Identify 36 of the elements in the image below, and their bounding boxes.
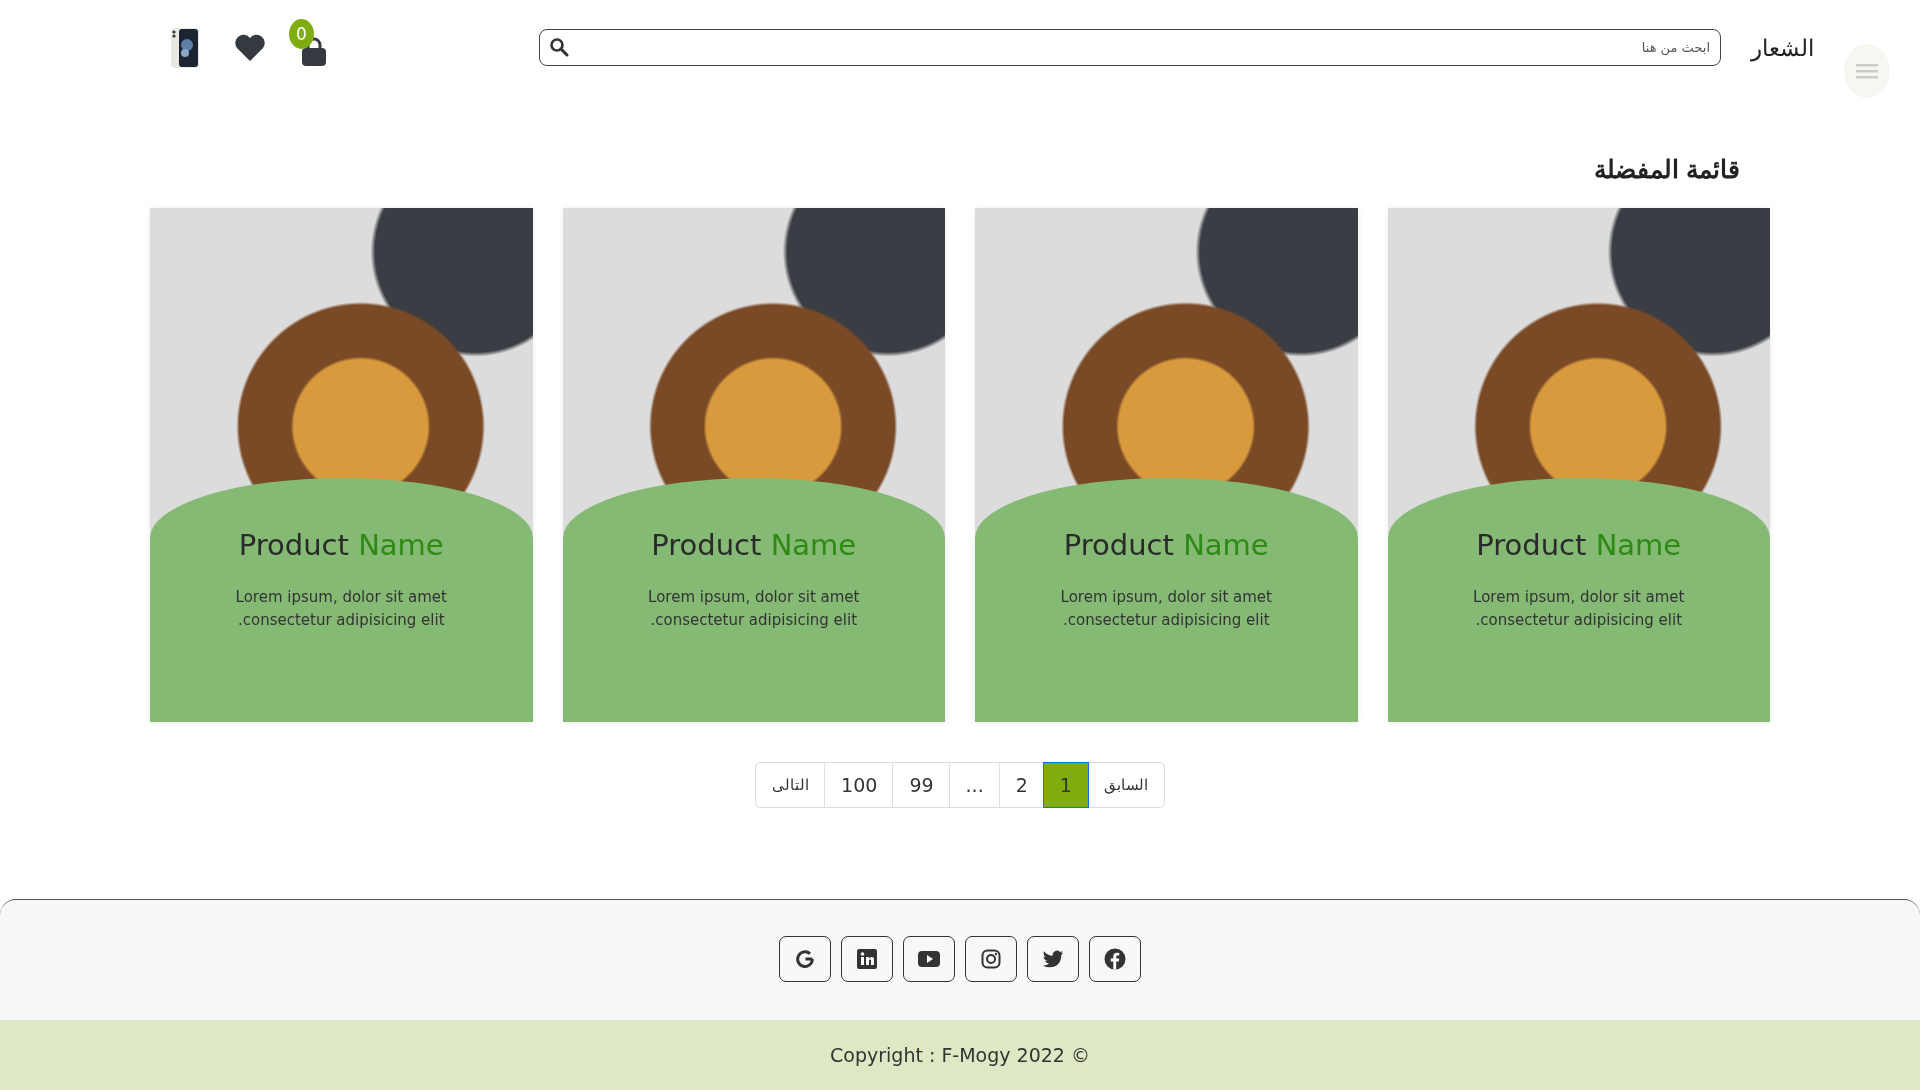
search-icon [549, 37, 569, 57]
linkedin-icon [857, 949, 877, 969]
product-name: Product Name [651, 528, 857, 562]
bird-icon [1042, 950, 1064, 968]
logo-text: الشعار [1751, 34, 1814, 61]
page-link[interactable]: 99 [892, 762, 951, 808]
page-link[interactable]: 2 [998, 762, 1045, 808]
page-link[interactable]: السابق [1086, 762, 1165, 808]
product-description: Lorem ipsum, dolor sit amet consectetur adipisicing elit. [234, 587, 448, 631]
menu-icon [1856, 62, 1878, 79]
linkedin-button[interactable] [841, 936, 893, 982]
phone-button[interactable] [170, 26, 200, 69]
cart-count-badge: 0 [289, 18, 314, 49]
product-name: Product Name [238, 528, 444, 562]
instagram-button[interactable] [965, 936, 1017, 982]
page-link[interactable]: 1 [1042, 762, 1089, 808]
google-icon [794, 948, 816, 970]
section-title: قائمة المفضلة [1593, 155, 1740, 184]
copyright-text: Copyright : F-Mogy 2022 © [830, 1044, 1090, 1066]
twitter-button[interactable] [1027, 936, 1079, 982]
facebook-icon [1104, 948, 1126, 970]
facebook-button[interactable] [1089, 936, 1141, 982]
instagram-icon [981, 949, 1001, 969]
product-name: Product Name [1063, 528, 1269, 562]
google-button[interactable] [779, 936, 831, 982]
video-button[interactable] [903, 936, 955, 982]
product-description: Lorem ipsum, dolor sit amet consectetur adipisicing elit. [1472, 587, 1686, 631]
product-name: Product Name [1476, 528, 1682, 562]
product-description: Lorem ipsum, dolor sit amet consectetur adipisicing elit. [1059, 587, 1273, 631]
search-field[interactable]: ابحث من هنا [539, 29, 1721, 66]
play-icon [918, 951, 940, 967]
heart-button[interactable] [234, 33, 266, 62]
page-link[interactable]: التالى [755, 762, 827, 808]
page-link[interactable]: ... [948, 762, 1001, 808]
product-description: Lorem ipsum, dolor sit amet consectetur adipisicing elit. [647, 587, 861, 631]
page-link[interactable]: 100 [824, 762, 895, 808]
